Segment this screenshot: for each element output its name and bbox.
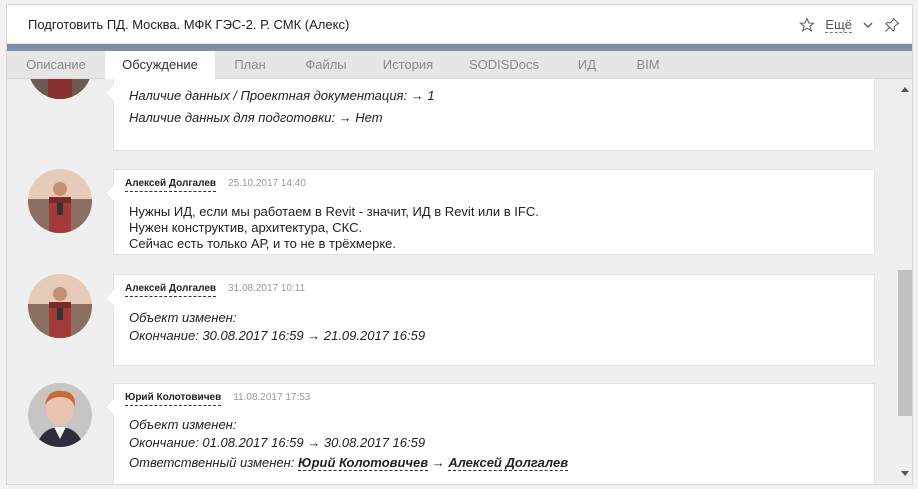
comment-line: Нужны ИД, если мы работаем в Revit - зна… (129, 204, 539, 219)
avatar[interactable] (28, 79, 92, 99)
person-link[interactable]: Алексей Долгалев (448, 455, 569, 471)
tab-plan[interactable]: План (215, 51, 285, 79)
change-log: Наличие данных / Проектная документация:… (129, 87, 435, 127)
avatar[interactable] (28, 169, 92, 233)
task-title: Подготовить ПД. Москва. МФК ГЭС-2. Р. СМ… (28, 17, 350, 32)
comment-date: 11.08.2017 17:53 (233, 392, 311, 403)
tab-bim[interactable]: BIM (615, 51, 681, 79)
comment-line: Нужен конструктив, архитектура, СКС. (129, 220, 363, 235)
arrow: → (431, 455, 445, 470)
comment-meta: Алексей Долгалев 31.08.2017 10:11 (125, 283, 306, 297)
change-line: Наличие данных / Проектная документация:… (129, 88, 435, 103)
change-line: Наличие данных для подготовки: → Нет (129, 110, 383, 125)
responsible-prefix: Ответственный изменен: (129, 455, 295, 470)
change-line: Окончание: 01.08.2017 16:59 → 30.08.2017… (129, 435, 426, 450)
comment-bubble: Юрий Колотовичев 11.08.2017 17:53 Объект … (105, 383, 875, 484)
tab-description[interactable]: Описание (7, 51, 105, 79)
scroll-thumb[interactable] (898, 270, 912, 416)
responsible-change-line: Ответственный изменен: Юрий Колотовичев … (129, 454, 569, 472)
avatar[interactable] (28, 383, 92, 447)
discussion-feed: Наличие данных / Проектная документация:… (7, 79, 894, 484)
scroll-down-arrow-icon[interactable] (901, 471, 909, 476)
change-line: Объект изменен: (129, 417, 237, 432)
tab-files[interactable]: Файлы (285, 51, 367, 79)
tab-id[interactable]: ИД (559, 51, 615, 79)
comment-date: 31.08.2017 10:11 (228, 283, 306, 294)
accent-bar (7, 44, 912, 51)
comment-bubble: Наличие данных / Проектная документация:… (105, 79, 875, 151)
comment-author[interactable]: Алексей Долгалев (125, 178, 217, 192)
comment-text: Нужны ИД, если мы работаем в Revit - зна… (129, 204, 539, 252)
comment-author[interactable]: Алексей Долгалев (125, 283, 217, 297)
change-line: Объект изменен: (129, 310, 237, 325)
change-log: Объект изменен: Окончание: 30.08.2017 16… (129, 309, 425, 345)
tab-discussion[interactable]: Обсуждение (105, 51, 215, 79)
tab-history[interactable]: История (367, 51, 449, 79)
comment-bubble: Алексей Долгалев 25.10.2017 14:40 Нужны И… (105, 169, 875, 255)
chevron-down-icon[interactable] (862, 19, 874, 31)
task-window: Подготовить ПД. Москва. МФК ГЭС-2. Р. СМ… (6, 4, 913, 485)
comment-bubble: Алексей Долгалев 31.08.2017 10:11 Объект … (105, 274, 875, 366)
change-line: Окончание: 30.08.2017 16:59 → 21.09.2017… (129, 328, 426, 343)
comment-meta: Юрий Колотовичев 11.08.2017 17:53 (125, 392, 311, 406)
avatar[interactable] (28, 274, 92, 338)
title-actions: Ещё (799, 15, 900, 35)
star-icon[interactable] (799, 17, 816, 33)
tab-bar: Описание Обсуждение План Файлы История S… (7, 51, 912, 79)
comment-line: Сейчас есть только АР, и то не в трёхмер… (129, 236, 397, 251)
feed-scrollbar[interactable] (897, 79, 912, 484)
comment-date: 25.10.2017 14:40 (228, 178, 306, 189)
title-bar: Подготовить ПД. Москва. МФК ГЭС-2. Р. СМ… (7, 5, 912, 44)
change-log: Объект изменен: Окончание: 01.08.2017 16… (129, 416, 569, 472)
more-menu-link[interactable]: Ещё (825, 17, 852, 33)
scroll-up-arrow-icon[interactable] (901, 87, 909, 92)
comment-meta: Алексей Долгалев 25.10.2017 14:40 (125, 178, 306, 192)
pin-icon[interactable] (884, 17, 900, 33)
tab-sodisdocs[interactable]: SODISDocs (449, 51, 559, 79)
person-link[interactable]: Юрий Колотовичев (298, 455, 429, 471)
comment-author[interactable]: Юрий Колотовичев (125, 392, 222, 406)
